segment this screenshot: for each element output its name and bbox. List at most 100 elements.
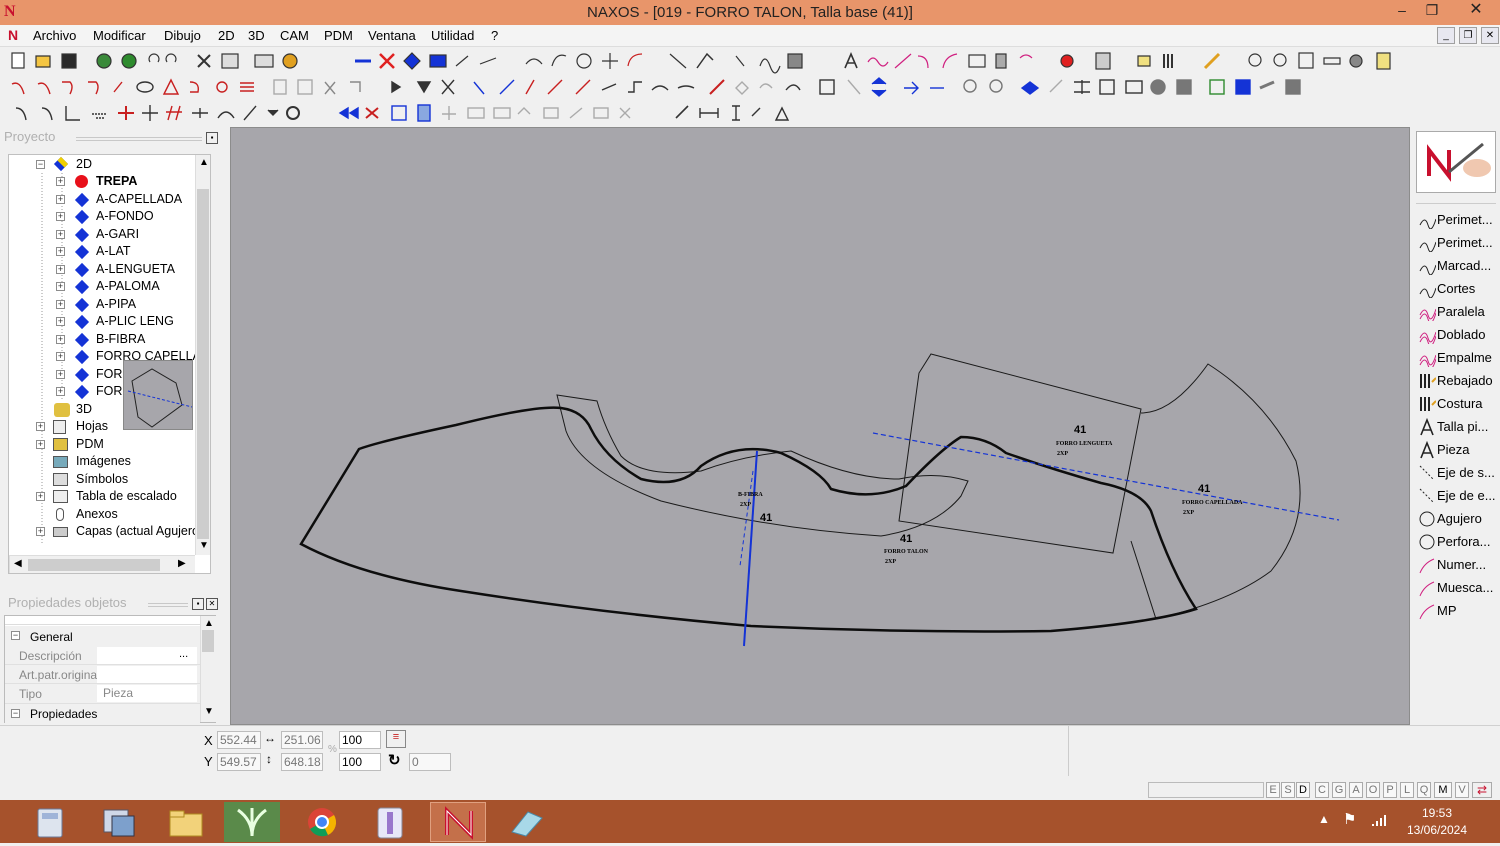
tool-marcado[interactable]: Marcad...: [1416, 255, 1496, 277]
mdi-restore-button[interactable]: ❐: [1459, 27, 1477, 44]
taskbar-app-shape-icon[interactable]: [498, 802, 554, 842]
scale-y-field[interactable]: 100: [339, 753, 381, 771]
naxos-status-icon[interactable]: ⇄: [1472, 782, 1492, 798]
piece2-qty-label: 2XP: [885, 559, 896, 565]
menu-cam[interactable]: CAM: [280, 28, 309, 43]
key-c[interactable]: C: [1315, 782, 1329, 798]
clock-date[interactable]: 13/06/2024: [1402, 823, 1472, 837]
piece1-qty-label: 2XP: [740, 502, 751, 508]
menu-dibujo[interactable]: Dibujo: [164, 28, 201, 43]
key-q[interactable]: Q: [1417, 782, 1431, 798]
prop-row-descripcion: Descripción ...: [5, 646, 200, 665]
toolbar-3-icons[interactable]: [0, 100, 1410, 126]
window-title: NAXOS - [019 - FORRO TALON, Talla base (…: [587, 4, 913, 21]
key-o[interactable]: O: [1366, 782, 1380, 798]
key-v[interactable]: V: [1455, 782, 1469, 798]
taskbar-app-green-icon[interactable]: [224, 802, 280, 842]
x-label: X: [204, 733, 213, 748]
piece4-qty-label: 2XP: [1183, 510, 1194, 516]
key-e[interactable]: E: [1266, 782, 1280, 798]
taskbar-calculator-icon[interactable]: [22, 802, 78, 842]
tool-eje-simetria[interactable]: Eje de s...: [1416, 462, 1496, 484]
properties-scrollbar[interactable]: ▲ ▼: [200, 616, 216, 722]
pin-icon[interactable]: ▪: [206, 132, 218, 144]
key-d[interactable]: D: [1296, 782, 1310, 798]
tool-perimetro-1[interactable]: Perimet...: [1416, 209, 1496, 231]
pattern-drawing[interactable]: [231, 128, 1411, 726]
menu-pdm[interactable]: PDM: [324, 28, 353, 43]
mdi-close-button[interactable]: ✕: [1481, 27, 1499, 44]
key-a[interactable]: A: [1349, 782, 1363, 798]
key-s[interactable]: S: [1281, 782, 1295, 798]
scale-x-field[interactable]: 100: [339, 731, 381, 749]
tool-doblado[interactable]: Doblado: [1416, 324, 1496, 346]
minimize-button[interactable]: –: [1388, 0, 1416, 22]
height-field[interactable]: 648.18: [281, 753, 323, 771]
descripcion-browse-button[interactable]: ...: [179, 648, 188, 660]
prop-row-tipo: Tipo Pieza: [5, 684, 200, 704]
taskbar-chrome-icon[interactable]: [294, 802, 350, 842]
coordinate-bar: X Y 552.44 549.57 ↔ ↕ 251.06 648.18 % 10…: [0, 725, 1500, 780]
menu-2d[interactable]: 2D: [218, 28, 235, 43]
piece2-size-label: 41: [900, 533, 913, 545]
tool-agujero[interactable]: Agujero: [1416, 508, 1496, 530]
tool-paralela[interactable]: Paralela: [1416, 301, 1496, 323]
taskbar-app-pen-icon[interactable]: [362, 802, 418, 842]
tool-costura[interactable]: Costura: [1416, 393, 1496, 415]
taskbar-explorer-icon[interactable]: [158, 802, 214, 842]
menu-archivo[interactable]: Archivo: [33, 28, 76, 43]
key-l[interactable]: L: [1400, 782, 1414, 798]
tree-horizontal-scrollbar[interactable]: ◀ ▶: [9, 555, 195, 573]
pin-icon[interactable]: ▪: [192, 598, 204, 610]
menu-help[interactable]: ?: [491, 28, 498, 43]
tree-vertical-scrollbar[interactable]: ▲ ▼: [195, 155, 210, 555]
tray-expand-icon[interactable]: ▲: [1318, 812, 1330, 826]
section-propiedades[interactable]: − Propiedades: [5, 704, 200, 724]
tool-perimetro-2[interactable]: Perimet...: [1416, 232, 1496, 254]
title-bar: N NAXOS - [019 - FORRO TALON, Talla base…: [0, 0, 1500, 25]
mdi-minimize-button[interactable]: _: [1437, 27, 1455, 44]
maximize-button[interactable]: ❐: [1418, 0, 1446, 22]
section-general[interactable]: − General: [5, 626, 200, 646]
menu-utilidad[interactable]: Utilidad: [431, 28, 474, 43]
rotation-field[interactable]: 0: [409, 753, 451, 771]
tray-signal-icon[interactable]: [1370, 814, 1388, 828]
close-button[interactable]: ✕: [1456, 0, 1496, 22]
menu-ventana[interactable]: Ventana: [368, 28, 416, 43]
piece1-size-label: 41: [760, 512, 773, 524]
close-icon[interactable]: ✕: [206, 598, 218, 610]
tool-numeracion[interactable]: Numer...: [1416, 554, 1496, 576]
tool-pieza[interactable]: Pieza: [1416, 439, 1496, 461]
toolbar-2-icons[interactable]: [0, 74, 1410, 100]
tool-talla-pieza[interactable]: Talla pi...: [1416, 416, 1496, 438]
taskbar-naxos-icon[interactable]: [430, 802, 486, 842]
width-field[interactable]: 251.06: [281, 731, 323, 749]
menu-3d[interactable]: 3D: [248, 28, 265, 43]
scale-lock-icon[interactable]: ≡: [386, 730, 406, 748]
tool-rebajado[interactable]: Rebajado: [1416, 370, 1496, 392]
tray-flag-icon[interactable]: ⚑: [1343, 810, 1356, 828]
tool-eje-escalado[interactable]: Eje de e...: [1416, 485, 1496, 507]
tool-cortes[interactable]: Cortes: [1416, 278, 1496, 300]
key-m[interactable]: M: [1434, 782, 1452, 798]
x-coordinate-field[interactable]: 552.44: [217, 731, 261, 749]
key-p[interactable]: P: [1383, 782, 1397, 798]
key-g[interactable]: G: [1332, 782, 1346, 798]
taskbar-files-icon[interactable]: [90, 802, 146, 842]
y-label: Y: [204, 754, 213, 769]
y-coordinate-field[interactable]: 549.57: [217, 753, 261, 771]
art-patr-field[interactable]: [97, 666, 197, 683]
menu-modificar[interactable]: Modificar: [93, 28, 146, 43]
tipo-value: Pieza: [97, 685, 197, 702]
toolbar-row-1: [0, 48, 1410, 74]
menu-bar: N Archivo Modificar Dibujo 2D 3D CAM PDM…: [0, 25, 1500, 47]
b-fibra-axis-line: [743, 450, 758, 647]
tool-muesca[interactable]: Muesca...: [1416, 577, 1496, 599]
tool-perforado[interactable]: Perfora...: [1416, 531, 1496, 553]
clock-time[interactable]: 19:53: [1402, 806, 1472, 820]
project-panel-header: Proyecto ▪: [4, 129, 220, 147]
tool-empalme[interactable]: Empalme: [1416, 347, 1496, 369]
drawing-canvas[interactable]: 41 B-FIBRA 2XP 41 FORRO TALON 2XP 41 FOR…: [230, 127, 1410, 725]
tool-mp[interactable]: MP: [1416, 600, 1496, 622]
toolbar-1-icons[interactable]: [0, 48, 1410, 74]
